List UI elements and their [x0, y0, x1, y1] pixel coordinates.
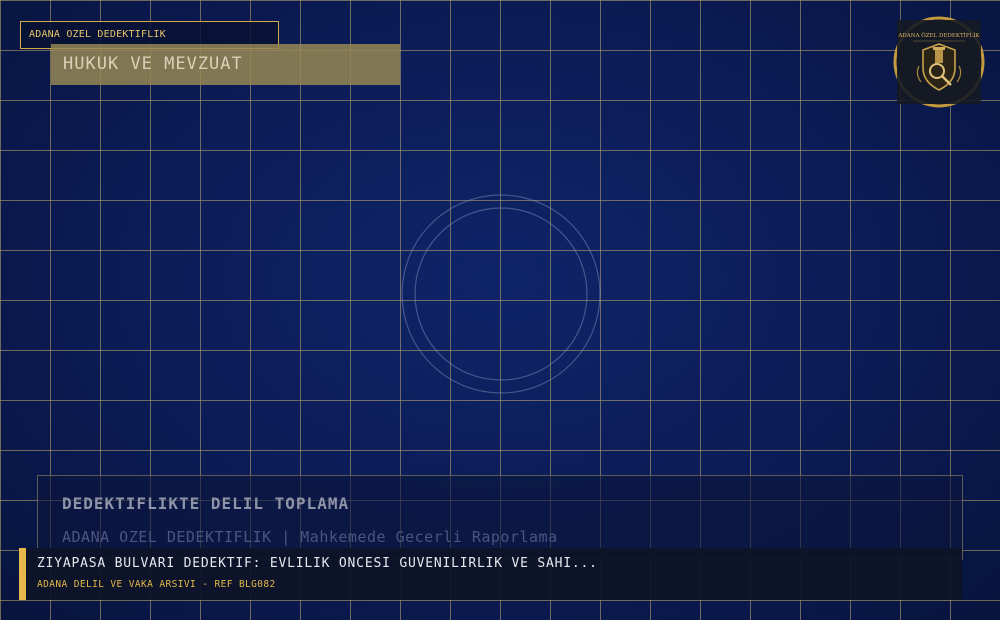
- site-logo[interactable]: ADANA ÖZEL DEDEKTİFLİK: [893, 16, 985, 108]
- category-banner[interactable]: HUKUK VE MEVZUAT: [51, 44, 400, 85]
- article-title[interactable]: DEDEKTIFLIKTE DELIL TOPLAMA: [62, 494, 349, 513]
- ticker-accent-bar: [19, 548, 26, 600]
- logo-title: ADANA ÖZEL DEDEKTİFLİK: [897, 32, 980, 39]
- detective-badge-icon: ADANA ÖZEL DEDEKTİFLİK: [893, 16, 985, 108]
- target-rings-icon: [401, 194, 601, 394]
- ticker-headline[interactable]: ZIYAPASA BULVARI DEDEKTIF: EVLILIK ONCES…: [37, 556, 598, 571]
- article-subtitle: ADANA OZEL DEDEKTIFLIK | Mahkemede Gecer…: [62, 528, 558, 546]
- news-ticker[interactable]: ZIYAPASA BULVARI DEDEKTIF: EVLILIK ONCES…: [19, 548, 962, 600]
- ticker-reference: ADANA DELIL VE VAKA ARSIVI - REF BLG082: [37, 579, 276, 590]
